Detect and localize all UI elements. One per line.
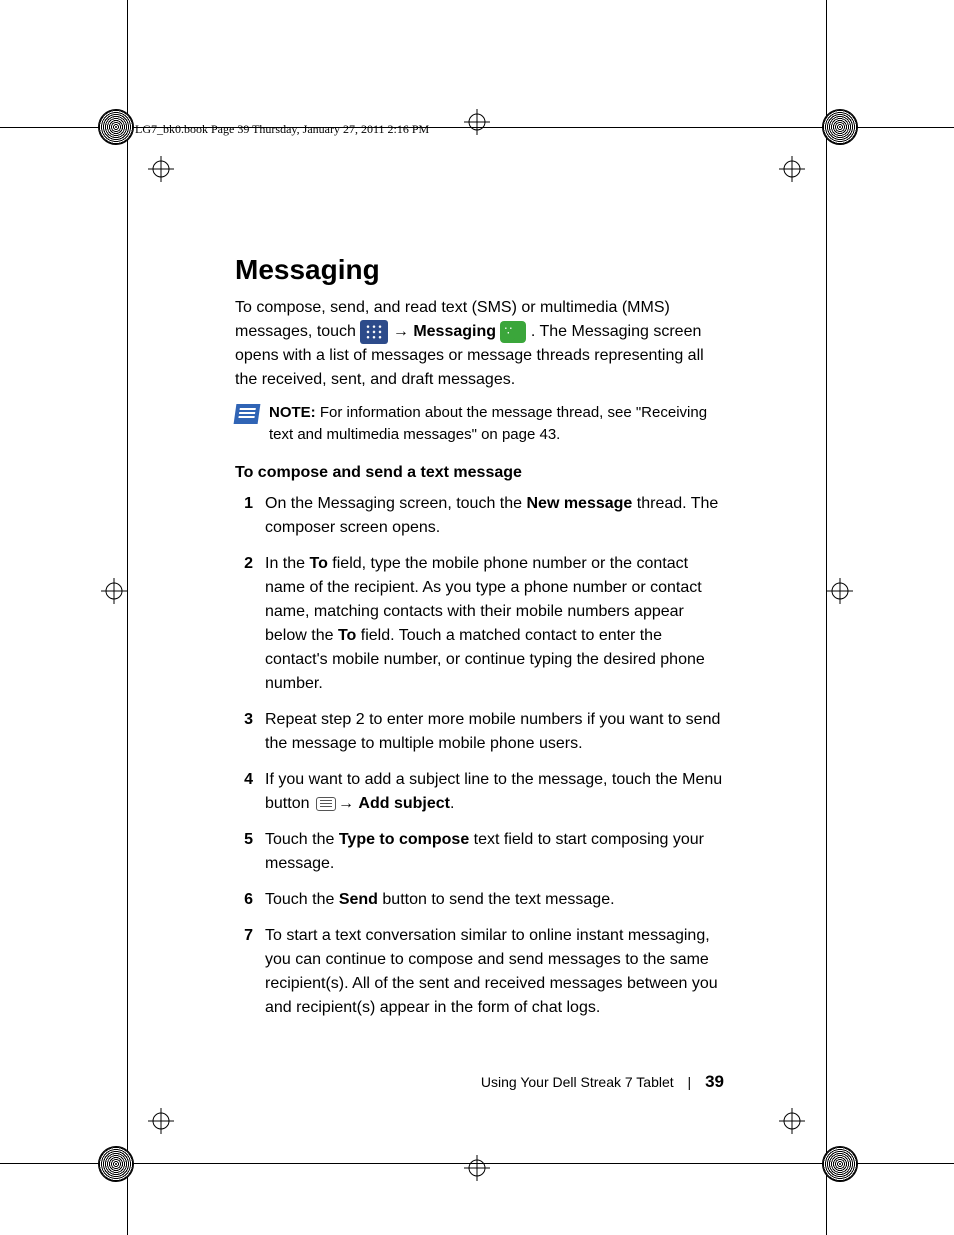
step-text: Repeat step 2 to enter more mobile numbe… [265,711,720,752]
step-bold: To [338,627,356,644]
step-item: 3 Repeat step 2 to enter more mobile numb… [235,708,724,756]
step-text: . [450,795,454,812]
step-item: 6 Touch the Send button to send the text … [235,888,724,912]
step-number: 2 [235,552,253,696]
steps-list: 1On the Messaging screen, touch the New … [235,492,724,1020]
step-item: 2In the To field, type the mobile phone … [235,552,724,696]
step-text: In the [265,555,309,572]
step-item: 7To start a text conversation similar to… [235,924,724,1020]
registration-mark-icon [827,578,853,604]
step-text: Touch the [265,831,339,848]
step-text: Touch the [265,891,339,908]
note-text: NOTE: For information about the message … [269,402,724,446]
content-area: Messaging To compose, send, and read tex… [235,254,724,1032]
corner-disc-icon [822,1146,858,1182]
note-icon [234,404,261,424]
step-body: If you want to add a subject line to the… [265,768,724,816]
subheading: To compose and send a text message [235,464,724,482]
step-number: 6 [235,888,253,912]
step-number: 4 [235,768,253,816]
arrow-icon: → [393,323,413,340]
apps-grid-icon [360,320,388,344]
step-number: 7 [235,924,253,1020]
step-bold: Send [339,891,378,908]
step-text: button to send the text message. [378,891,615,908]
step-bold: Type to compose [339,831,469,848]
step-body: Touch the Type to compose text field to … [265,828,724,876]
print-header: LG7_bk0.book Page 39 Thursday, January 2… [135,122,429,137]
registration-mark-icon [779,1108,805,1134]
registration-mark-icon [148,1108,174,1134]
step-body: To start a text conversation similar to … [265,924,724,1020]
trim-line-left [127,0,128,1235]
page-title: Messaging [235,254,724,286]
step-number: 3 [235,708,253,756]
page-number: 39 [705,1072,724,1091]
step-item: 4If you want to add a subject line to th… [235,768,724,816]
registration-mark-icon [101,578,127,604]
step-text: On the Messaging screen, touch the [265,495,526,512]
corner-disc-icon [98,1146,134,1182]
step-bold: New message [526,495,632,512]
page: LG7_bk0.book Page 39 Thursday, January 2… [0,0,954,1235]
registration-mark-icon [779,156,805,182]
page-footer: Using Your Dell Streak 7 Tablet | 39 [481,1072,724,1092]
menu-button-icon [316,797,336,811]
messaging-label: Messaging [413,323,496,340]
corner-disc-icon [98,109,134,145]
trim-line-right [826,0,827,1235]
step-bold: Add subject [358,795,450,812]
step-body: On the Messaging screen, touch the New m… [265,492,724,540]
step-body: Touch the Send button to send the text m… [265,888,724,912]
step-body: Repeat step 2 to enter more mobile numbe… [265,708,724,756]
messaging-bubble-icon: ∵ [500,321,526,343]
step-text: → [338,795,358,812]
step-number: 1 [235,492,253,540]
intro-paragraph: To compose, send, and read text (SMS) or… [235,296,724,392]
footer-book: Using Your Dell Streak 7 Tablet [481,1074,674,1090]
note-label: NOTE: [269,404,316,421]
corner-disc-icon [822,109,858,145]
step-number: 5 [235,828,253,876]
step-item: 1On the Messaging screen, touch the New … [235,492,724,540]
registration-mark-icon [464,1155,490,1181]
step-item: 5Touch the Type to compose text field to… [235,828,724,876]
footer-separator: | [688,1074,692,1090]
note-block: NOTE: For information about the message … [235,402,724,446]
step-body: In the To field, type the mobile phone n… [265,552,724,696]
note-body: For information about the message thread… [269,404,707,443]
registration-mark-icon [464,109,490,135]
registration-mark-icon [148,156,174,182]
step-bold: To [309,555,327,572]
step-text: To start a text conversation similar to … [265,927,718,1016]
